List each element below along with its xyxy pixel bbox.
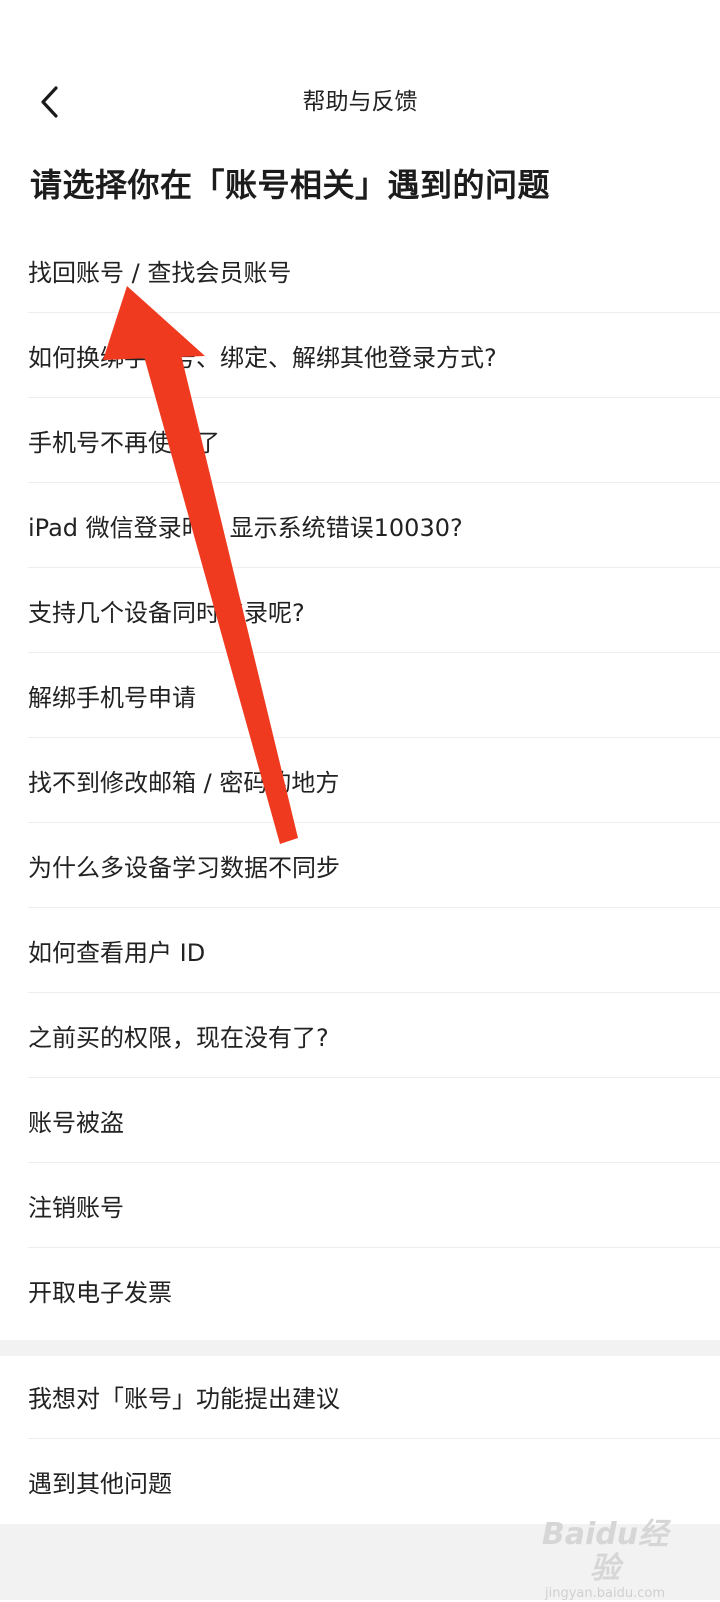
list-item[interactable]: 之前买的权限，现在没有了? [28, 993, 720, 1078]
list-item[interactable]: 找回账号 / 查找会员账号 [28, 228, 720, 313]
list-item[interactable]: 如何查看用户 ID [28, 908, 720, 993]
section-heading: 请选择你在「账号相关」遇到的问题 [30, 166, 551, 204]
list-item[interactable]: iPad 微信登录时，显示系统错误10030? [28, 483, 720, 568]
list-item[interactable]: 注销账号 [28, 1163, 720, 1248]
watermark: Baidu经验 jingyan.baidu.com [530, 1517, 680, 1602]
page-title: 帮助与反馈 [302, 89, 418, 115]
nav-bar: 帮助与反馈 [0, 60, 720, 144]
list-item[interactable]: 如何换绑手机号、绑定、解绑其他登录方式? [28, 313, 720, 398]
watermark-logo: Baidu经验 [541, 1517, 669, 1586]
list-item[interactable]: 解绑手机号申请 [28, 653, 720, 738]
other-issue-item[interactable]: 遇到其他问题 [28, 1439, 720, 1524]
suggestion-item[interactable]: 我想对「账号」功能提出建议 [28, 1354, 720, 1439]
feedback-list: 我想对「账号」功能提出建议 遇到其他问题 [0, 1354, 720, 1524]
question-list: 找回账号 / 查找会员账号 如何换绑手机号、绑定、解绑其他登录方式? 手机号不再… [0, 228, 720, 1333]
list-item[interactable]: 支持几个设备同时登录呢? [28, 568, 720, 653]
list-item[interactable]: 开取电子发票 [28, 1248, 720, 1333]
list-item[interactable]: 手机号不再使用了 [28, 398, 720, 483]
list-item[interactable]: 找不到修改邮箱 / 密码的地方 [28, 738, 720, 823]
list-item[interactable]: 账号被盗 [28, 1078, 720, 1163]
list-item[interactable]: 为什么多设备学习数据不同步 [28, 823, 720, 908]
